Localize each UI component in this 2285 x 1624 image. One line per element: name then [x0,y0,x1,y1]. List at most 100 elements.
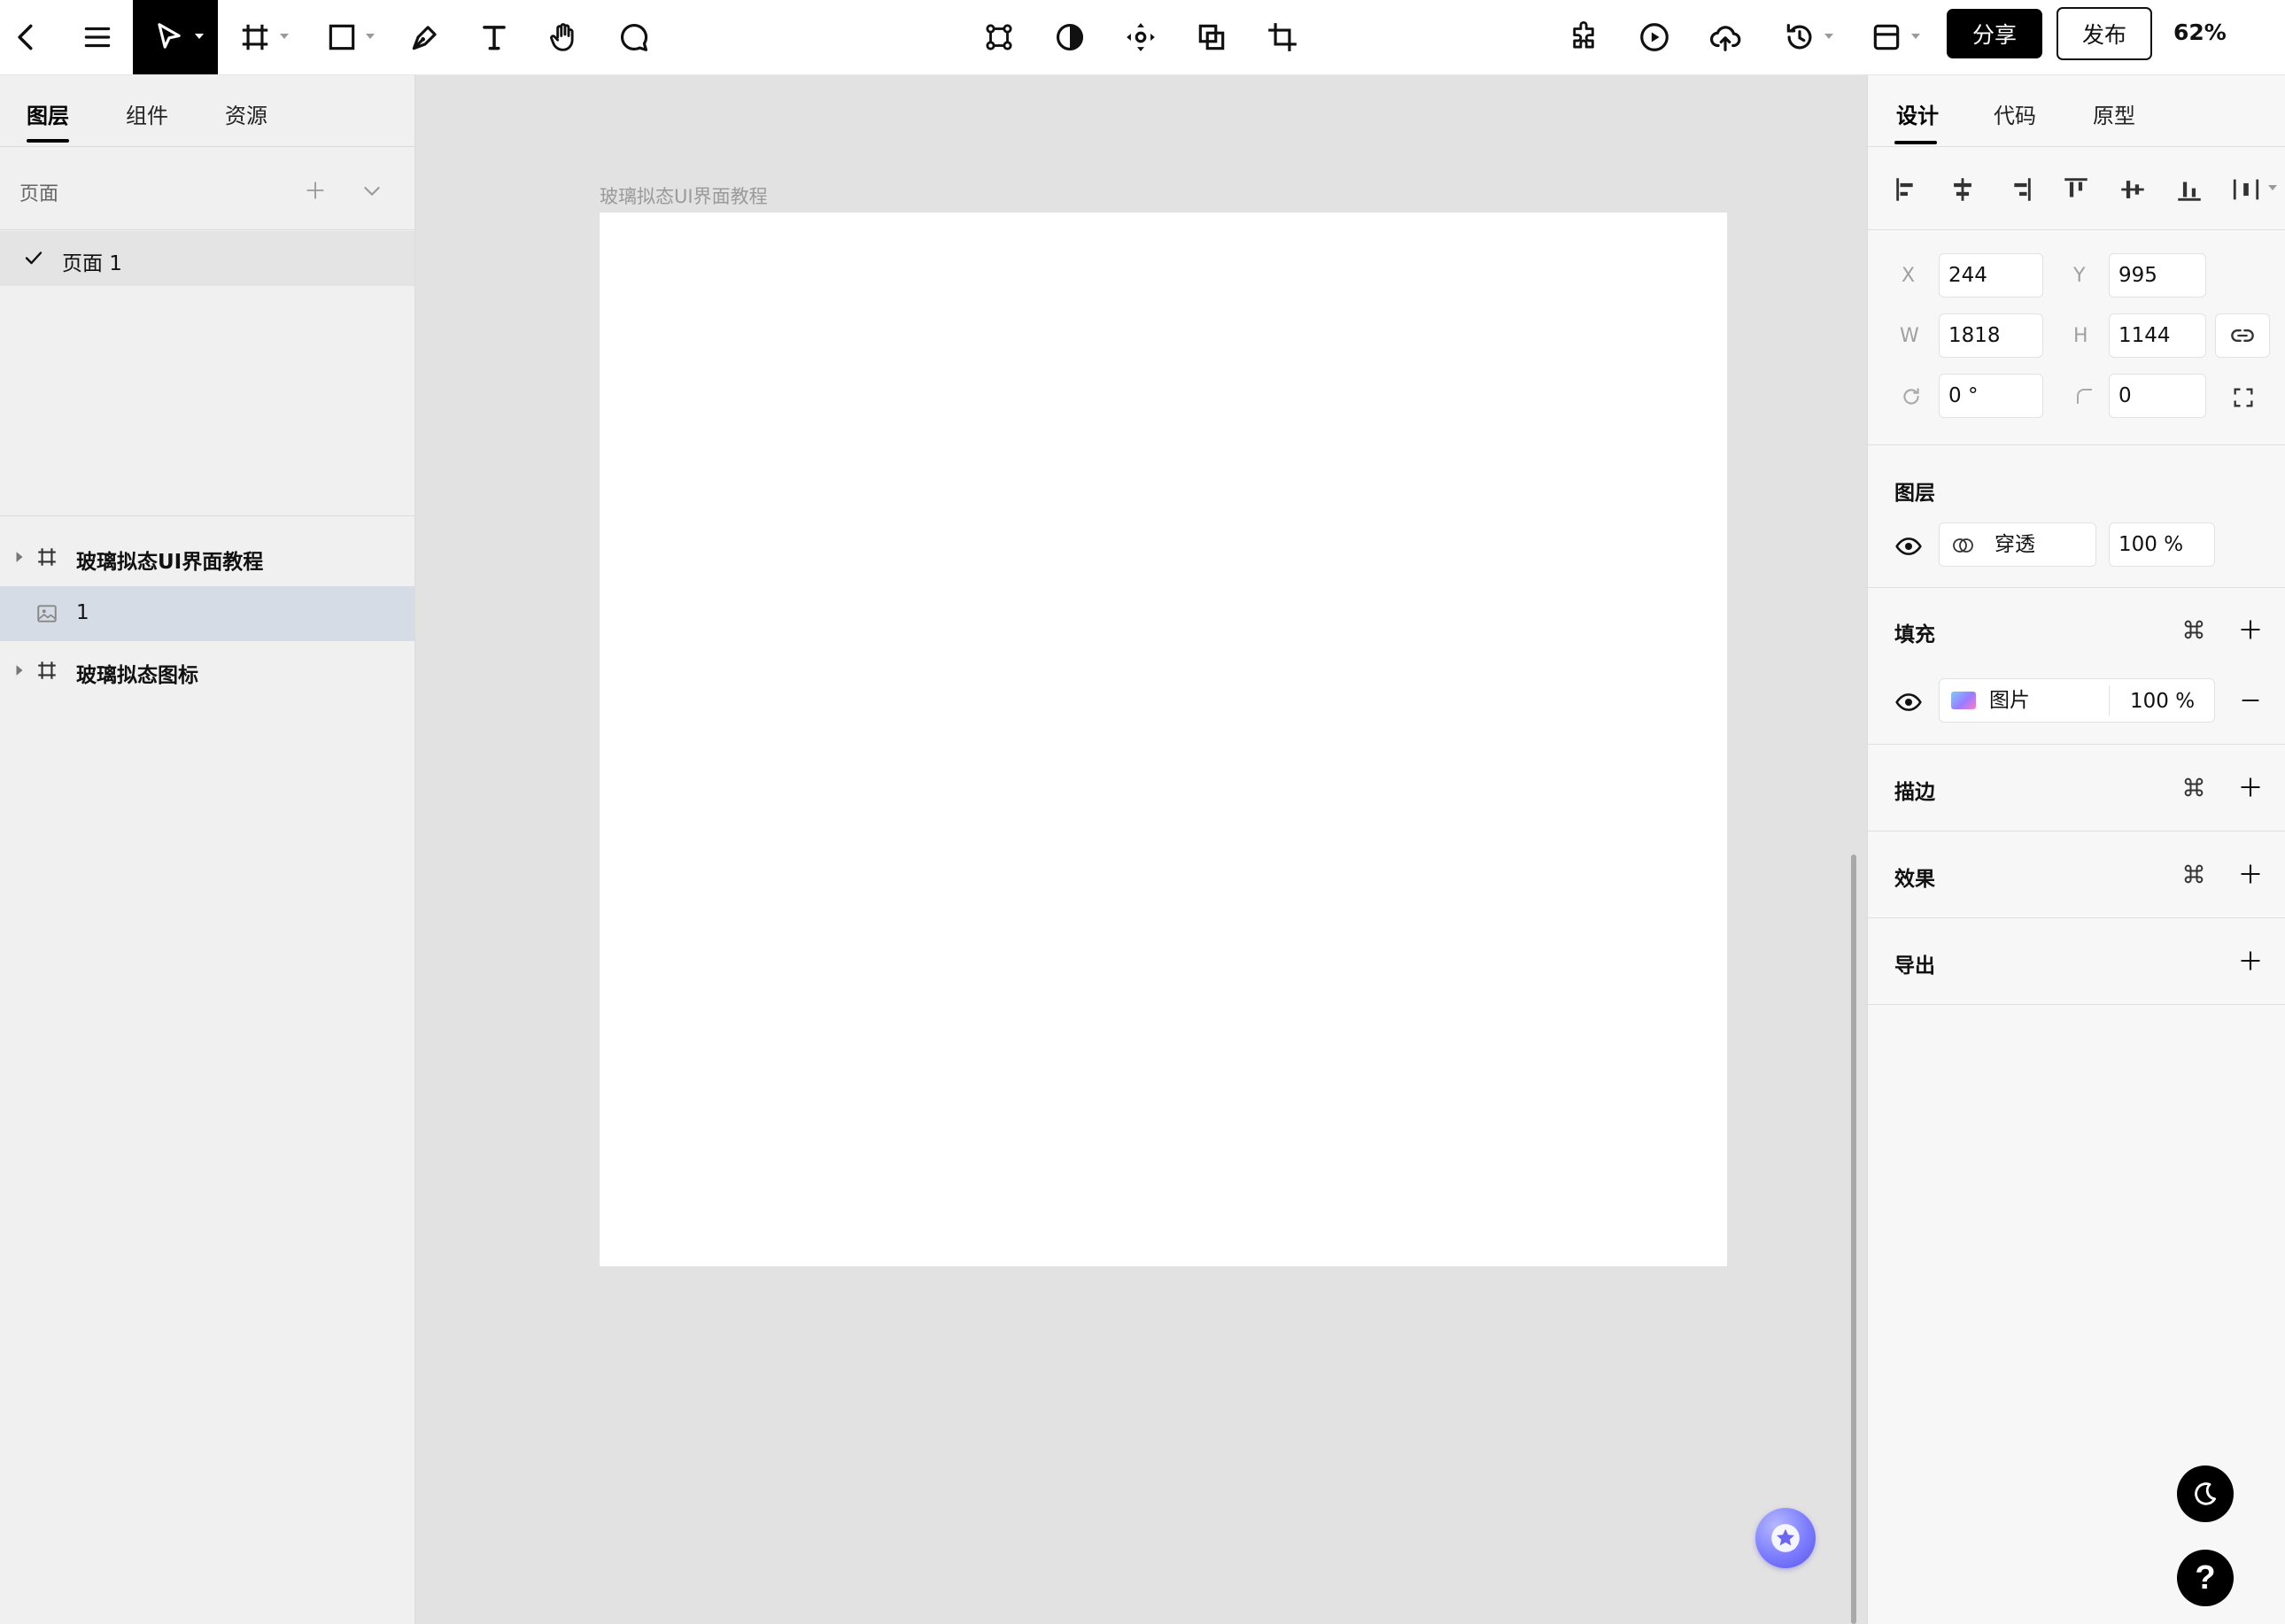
align-right-icon[interactable] [2004,174,2034,205]
layer-item[interactable]: 1 [0,586,414,641]
independent-corners-icon[interactable] [2231,385,2256,410]
cursor-icon [158,23,181,49]
menu-icon[interactable] [80,0,115,74]
stroke-section-title: 描边 [1894,781,1935,804]
align-top-icon[interactable] [2061,174,2091,205]
upload-cloud-icon[interactable] [1706,0,1745,74]
crop-icon[interactable] [1263,0,1302,74]
eye-icon[interactable] [1894,688,1923,716]
divider [1868,917,2285,918]
frame-tool-icon[interactable] [236,0,275,74]
chevron-down-icon[interactable] [360,178,384,203]
ai-assistant-button[interactable] [1755,1508,1816,1568]
plugin-icon[interactable] [1564,0,1603,74]
frame-icon [38,548,56,566]
layer-item[interactable]: 玻璃拟态UI界面教程 [0,530,414,584]
y-input[interactable]: 995 [2109,253,2206,298]
back-icon[interactable] [9,0,44,74]
share-button[interactable]: 分享 [1947,9,2042,58]
history-icon[interactable] [1780,0,1819,74]
add-stroke-icon[interactable] [2238,775,2263,800]
x-label: X [1902,265,1916,287]
image-fill-swatch[interactable] [1951,692,1976,709]
text-tool-icon[interactable] [475,0,514,74]
star-icon [1771,1524,1800,1552]
fill-section-title: 填充 [1894,623,1935,646]
mask-icon[interactable] [1050,0,1089,74]
tab-components[interactable]: 组件 [126,98,168,129]
moon-icon [2195,1482,2217,1505]
styles-icon[interactable] [2181,862,2206,886]
hand-tool-icon[interactable] [544,0,583,74]
layer-opacity-input[interactable]: 100 % [2109,522,2215,567]
expand-arrow-icon[interactable] [14,551,25,563]
divider [1868,1004,2285,1005]
distribute-icon[interactable] [1121,0,1160,74]
check-icon [25,251,43,265]
add-export-icon[interactable] [2238,948,2263,973]
layout-icon[interactable] [1867,0,1906,74]
zoom-level[interactable]: 62% [2173,19,2227,45]
vertical-scrollbar[interactable] [1851,855,1856,1624]
effect-section-title: 效果 [1894,868,1935,891]
rotation-icon [1903,388,1919,405]
rectangle-tool-icon[interactable] [322,0,361,74]
dark-mode-toggle[interactable] [2177,1465,2234,1522]
divider [1868,146,2285,147]
divider [1868,744,2285,745]
add-page-icon[interactable] [303,178,328,203]
left-panel: 图层 组件 资源 页面 页面 1 玻璃拟态UI界面教程 1 玻璃拟态图标 [0,75,415,1624]
play-icon[interactable] [1635,0,1674,74]
divider [1868,229,2285,230]
divider [1868,587,2285,588]
styles-icon[interactable] [2181,775,2206,800]
distribute-horizontal-icon[interactable] [2231,174,2261,205]
eye-icon[interactable] [1894,532,1923,561]
chevron-down-icon [1824,34,1833,39]
pen-tool-icon[interactable] [406,0,445,74]
frame-title[interactable]: 玻璃拟态UI界面教程 [600,182,768,209]
chevron-down-icon[interactable] [2268,185,2277,190]
tab-code[interactable]: 代码 [1994,98,2036,129]
layer-item-label: 玻璃拟态图标 [76,664,198,687]
divider [0,146,414,147]
h-label: H [2073,325,2088,347]
align-vertical-center-icon[interactable] [2118,174,2148,205]
add-fill-icon[interactable] [2238,617,2263,642]
corner-radius-icon [2077,389,2092,404]
height-input[interactable]: 1144 [2109,313,2206,358]
pages-section-title: 页面 [19,183,59,205]
expand-arrow-icon[interactable] [14,664,25,677]
chevron-down-icon [366,34,375,39]
page-item[interactable]: 页面 1 [0,231,414,286]
x-input[interactable]: 244 [1939,253,2043,298]
corner-radius-input[interactable]: 0 [2109,374,2206,418]
boolean-union-icon[interactable] [1192,0,1231,74]
help-button[interactable]: ? [2177,1550,2234,1606]
tab-prototype[interactable]: 原型 [2093,98,2135,129]
constrain-proportions-button[interactable] [2215,313,2270,358]
rotation-input[interactable]: 0 ° [1939,374,2043,418]
top-toolbar: 分享 发布 62% [0,0,2285,75]
w-label: W [1900,325,1919,347]
align-horizontal-center-icon[interactable] [1948,174,1978,205]
width-input[interactable]: 1818 [1939,313,2043,358]
align-left-icon[interactable] [1893,174,1923,205]
comment-tool-icon[interactable] [615,0,654,74]
layer-item[interactable]: 玻璃拟态图标 [0,643,414,698]
styles-icon[interactable] [2181,617,2206,642]
tab-design[interactable]: 设计 [1896,98,1939,129]
artboard-frame[interactable] [600,213,1727,1266]
add-effect-icon[interactable] [2238,862,2263,886]
publish-button[interactable]: 发布 [2056,7,2152,60]
align-bottom-icon[interactable] [2174,174,2204,205]
move-tool-button[interactable] [133,0,218,74]
component-path-icon[interactable] [980,0,1019,74]
remove-fill-icon[interactable] [2238,688,2263,713]
fill-opacity-input[interactable]: 100 % [2130,690,2195,713]
tab-layers[interactable]: 图层 [27,98,69,129]
export-section-title: 导出 [1894,955,1935,978]
blend-mode-icon [1953,538,1973,553]
link-icon [2231,329,2254,342]
tab-assets[interactable]: 资源 [225,98,267,129]
